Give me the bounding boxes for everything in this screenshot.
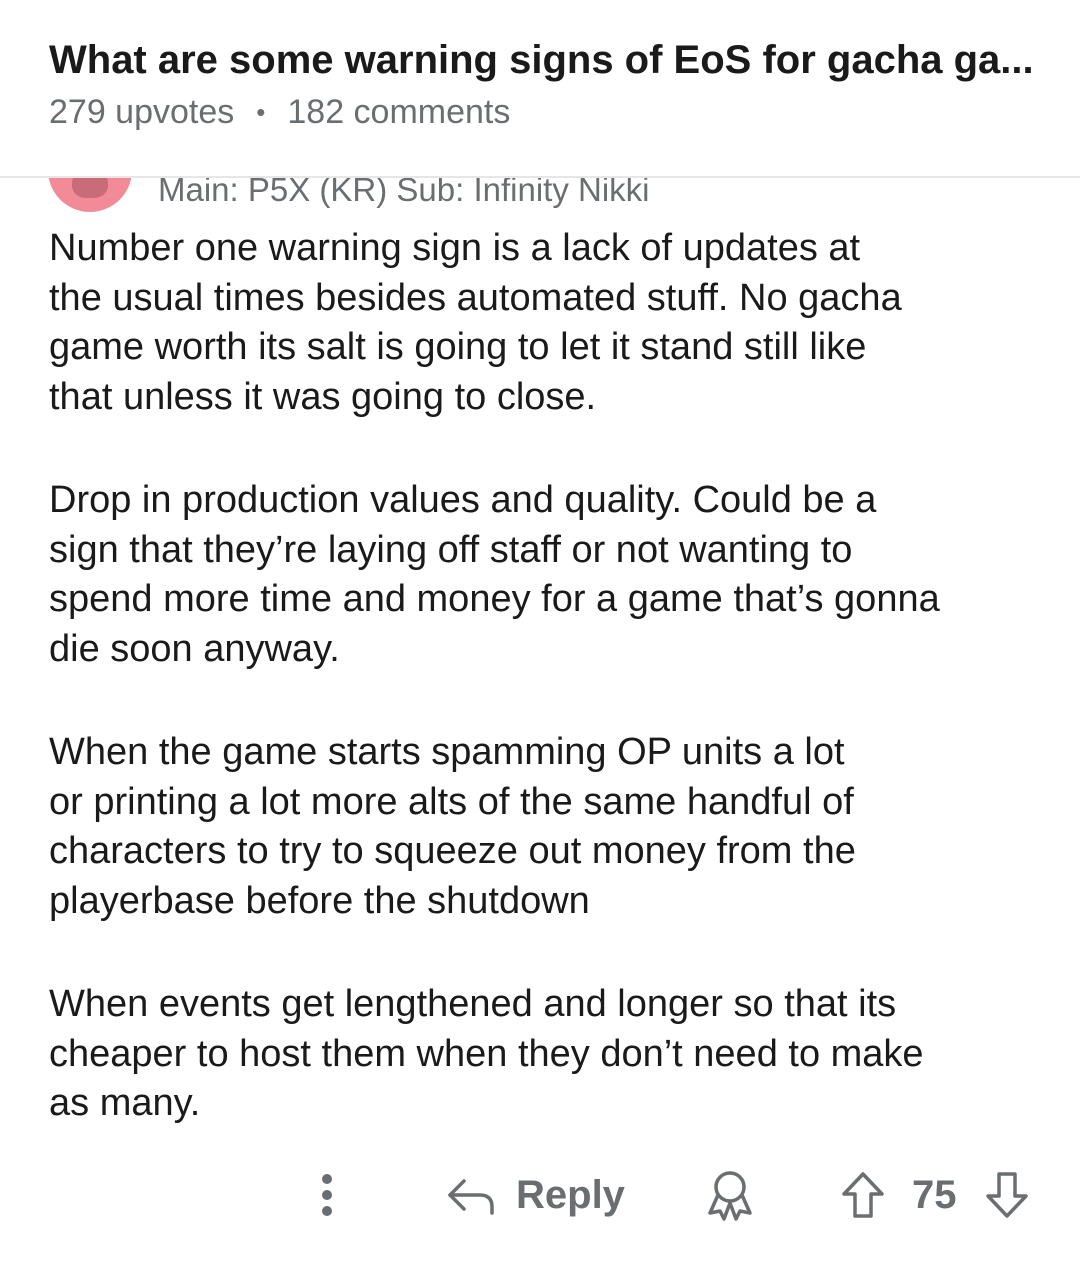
downvote-arrow-icon[interactable] [984, 1160, 1030, 1230]
vote-score: 75 [912, 1172, 957, 1217]
upvote-arrow-icon[interactable] [840, 1160, 886, 1230]
comment: Main: P5X (KR) Sub: Infinity Nikki Numbe… [0, 0, 1080, 1274]
post-title[interactable]: What are some warning signs of EoS for g… [49, 36, 1039, 84]
comment-paragraph: When the game starts spamming OP units a… [49, 731, 856, 922]
comment-actions: Reply 75 [0, 1160, 1080, 1230]
more-vertical-icon[interactable] [312, 1160, 342, 1230]
reply-button[interactable]: Reply [446, 1160, 625, 1230]
comment-paragraph: Number one warning sign is a lack of upd… [49, 227, 902, 418]
meta-separator: • [256, 97, 266, 127]
upvote-count: 279 upvotes [49, 93, 235, 131]
post-header: What are some warning signs of EoS for g… [0, 0, 1080, 178]
comment-body: Number one warning sign is a lack of upd… [49, 224, 1049, 1183]
comment-paragraph: When events get lengthened and longer so… [49, 983, 924, 1124]
post-meta: 279 upvotes • 182 comments [49, 92, 510, 132]
reply-label: Reply [516, 1172, 625, 1217]
comment-paragraph: Drop in production values and quality. C… [49, 479, 940, 670]
award-icon[interactable] [704, 1160, 756, 1230]
comment-count: 182 comments [287, 93, 511, 131]
reply-arrow-icon [448, 1179, 494, 1215]
